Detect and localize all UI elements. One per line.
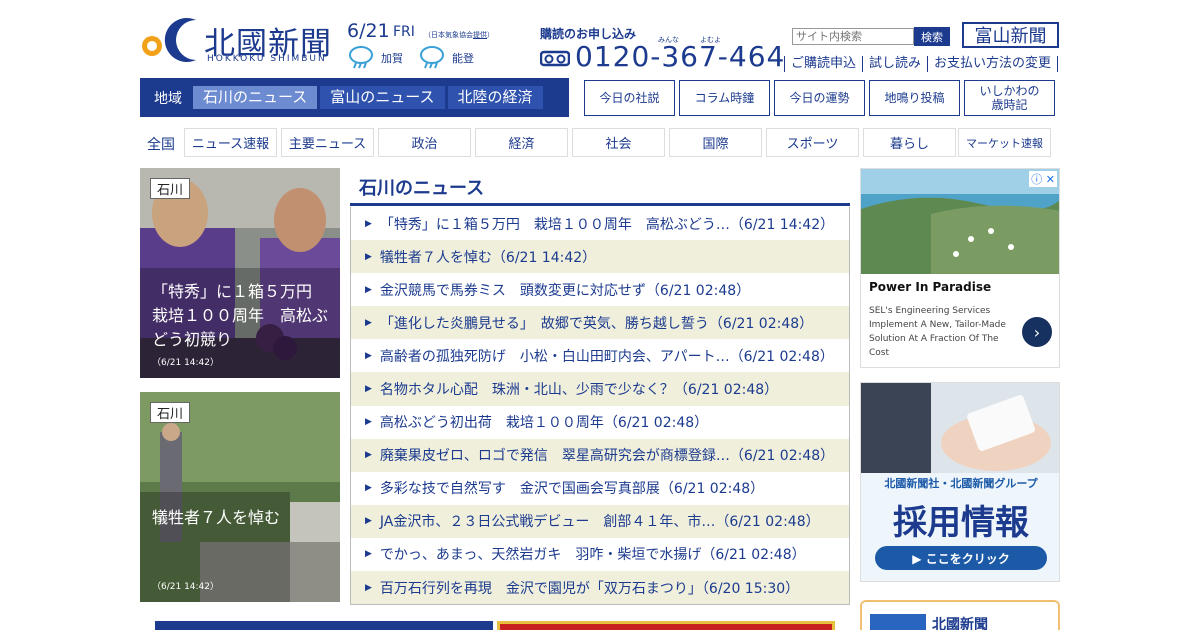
horoscope-button[interactable]: 今日の運勢 [774,80,865,116]
triangle-right-icon: ▶ [365,251,372,262]
cloud-rain-icon [420,46,444,69]
news-list: ▶ 「特秀」に１箱５万円 栽培１００周年 高松ぶどう…（6/21 14:42） ▶… [350,207,850,606]
news-item[interactable]: ▶ 多彩な技で自然写す 金沢で国画会写真部展（6/21 02:48） [351,472,849,505]
news-item[interactable]: ▶ 廃棄果皮ゼロ、ロゴで発信 翠星高研究会が商標登録…（6/21 02:48） [351,438,849,472]
recruit-title: 採用情報 [893,503,1029,543]
cat-news-flash[interactable]: ニュース速報 [184,128,277,157]
cat-market-flash[interactable]: マーケット速報 [958,128,1051,157]
cloud-rain-icon [349,46,373,69]
news-item[interactable]: ▶ 百万石行列を再現 金沢で園児が「双万石まつり」（6/20 15:30） [351,571,849,605]
banner-title: 北國新聞 [932,617,988,630]
phone-icon [540,50,570,67]
subscription-links: ご購読申込 試し読み お支払い方法の変更 [784,56,1059,72]
hokkoku-banner[interactable]: 北國新聞 [860,600,1060,630]
triangle-right-icon: ▶ [365,549,372,560]
subscribe-apply-link[interactable]: ご購読申込 [784,56,862,72]
photo-time: （6/21 14:42） [152,358,220,368]
cat-economy[interactable]: 経済 [475,128,568,157]
ad-power-in-paradise[interactable]: ⓘ ✕ Power In Paradise SEL's Engineering … [860,168,1060,368]
bottom-banner-right[interactable] [497,621,835,630]
region-tag: 石川 [150,178,191,199]
news-item[interactable]: ▶ でかっ、あまっ、天然岩ガキ 羽咋・柴垣で水揚げ（6/21 02:48） [351,538,849,571]
region-nav: 地域 石川のニュース 富山のニュース 北陸の経済 [140,78,569,117]
news-item[interactable]: ▶ 名物ホタル心配 珠洲・北山、少雨で少なく？（6/21 02:48） [351,372,849,406]
editorial-button[interactable]: 今日の社説 [584,80,675,116]
news-item[interactable]: ▶ 「特秀」に１箱５万円 栽培１００周年 高松ぶどう…（6/21 14:42） [351,207,849,240]
news-section-title: 石川のニュース [359,178,485,199]
tab-hokuriku-economy[interactable]: 北陸の経済 [447,86,543,109]
triangle-right-icon: ▶ [365,450,372,461]
news-photo [140,392,340,602]
cat-international[interactable]: 国際 [669,128,762,157]
ad-image [861,383,1059,473]
triangle-right-icon: ▶ [365,317,372,328]
news-item[interactable]: ▶ 「進化した炎鵬見せる」 故郷で英気、勝ち越し誓う（6/21 02:48） [351,306,849,340]
photo-time: （6/21 14:42） [152,582,220,592]
chevron-right-icon[interactable]: › [1022,317,1052,347]
cat-politics[interactable]: 政治 [378,128,471,157]
search-button[interactable]: 検索 [914,27,950,46]
cat-sports[interactable]: スポーツ [766,128,859,157]
banner-logo [870,614,926,630]
logo-english: HOKKOKU SHIMBUN [207,54,327,64]
payment-change-link[interactable]: お支払い方法の変更 [927,56,1059,72]
photo-card-grapes[interactable]: 石川 「特秀」に１箱５万円 栽培１００周年 高松ぶどう初競り （6/21 14:… [140,168,340,378]
recruit-click-button[interactable]: ▶ ここをクリック [875,546,1047,570]
weather-noto[interactable]: 能登 [418,44,474,72]
news-item[interactable]: ▶ 金沢競馬で馬券ミス 頭数変更に対応せず（6/21 02:48） [351,273,849,306]
region-label: 地域 [154,90,182,107]
cat-top-news[interactable]: 主要ニュース [281,128,374,157]
region-tag: 石川 [150,402,191,423]
triangle-right-icon: ▶ [365,516,372,527]
triangle-right-icon: ▶ [365,384,372,395]
ad-headline: Power In Paradise [869,280,992,294]
ad-recruitment[interactable]: 北國新聞社・北國新聞グループ 採用情報 ▶ ここをクリック [860,382,1060,582]
ad-close-icon[interactable]: ⓘ ✕ [1029,171,1057,187]
news-item[interactable]: ▶ 高松ぶどう初出荷 栽培１００周年（6/21 02:48） [351,406,849,439]
current-weekday: FRI [393,24,415,40]
tab-ishikawa-news[interactable]: 石川のニュース [193,86,318,109]
triangle-right-icon: ▶ [365,483,372,494]
triangle-right-icon: ▶ [365,350,372,361]
triangle-right-icon: ▶ [365,417,372,428]
news-item[interactable]: ▶ JA金沢市、２３日公式戦デビュー 創部４１年、市…（6/21 02:48） [351,504,849,538]
photo-card-memorial[interactable]: 石川 犠牲者７人を悼む （6/21 14:42） [140,392,340,602]
weather-source-link[interactable]: 提供 [473,31,487,39]
news-item[interactable]: ▶ 高齢者の孤独死防げ 小松・白山田町内会、アパート…（6/21 02:48） [351,339,849,372]
category-label: 全国 [147,137,175,153]
site-search-input[interactable] [792,28,914,45]
weather-kaga[interactable]: 加賀 [347,44,403,72]
news-item[interactable]: ▶ 犠牲者７人を悼む（6/21 14:42） [351,240,849,274]
cat-living[interactable]: 暮らし [863,128,956,157]
tab-toyama-news[interactable]: 富山のニュース [320,86,445,109]
subscribe-phone[interactable]: 0120-367-464 [575,40,785,73]
photo-caption[interactable]: 犠牲者７人を悼む [140,504,340,532]
current-date: 6/21 [347,20,390,42]
title-underline [350,203,850,206]
bottom-banner-left[interactable] [155,621,493,630]
trial-read-link[interactable]: 試し読み [862,56,927,72]
hokkoku-logo-mark-icon[interactable] [140,16,198,64]
cat-society[interactable]: 社会 [572,128,665,157]
ad-body: SEL's Engineering Services Implement A N… [869,306,1006,358]
ishikawa-almanac-button[interactable]: いしかわの 歳時記 [964,80,1055,116]
weather-place: 加賀 [381,52,403,65]
weather-source: （日本気象協会提供） [424,31,494,39]
triangle-right-icon: ▶ [365,284,372,295]
reader-post-button[interactable]: 地鳴り投稿 [869,80,960,116]
weather-place: 能登 [452,52,474,65]
triangle-right-icon: ▶ [365,582,372,593]
recruit-company: 北國新聞社・北國新聞グループ [884,477,1038,490]
photo-caption[interactable]: 「特秀」に１箱５万円 栽培１００周年 高松ぶどう初競り [140,278,340,354]
triangle-right-icon: ▶ [365,218,372,229]
column-jisho-button[interactable]: コラム時鐘 [679,80,770,116]
toyama-shimbun-link[interactable]: 富山新聞 [962,22,1059,48]
